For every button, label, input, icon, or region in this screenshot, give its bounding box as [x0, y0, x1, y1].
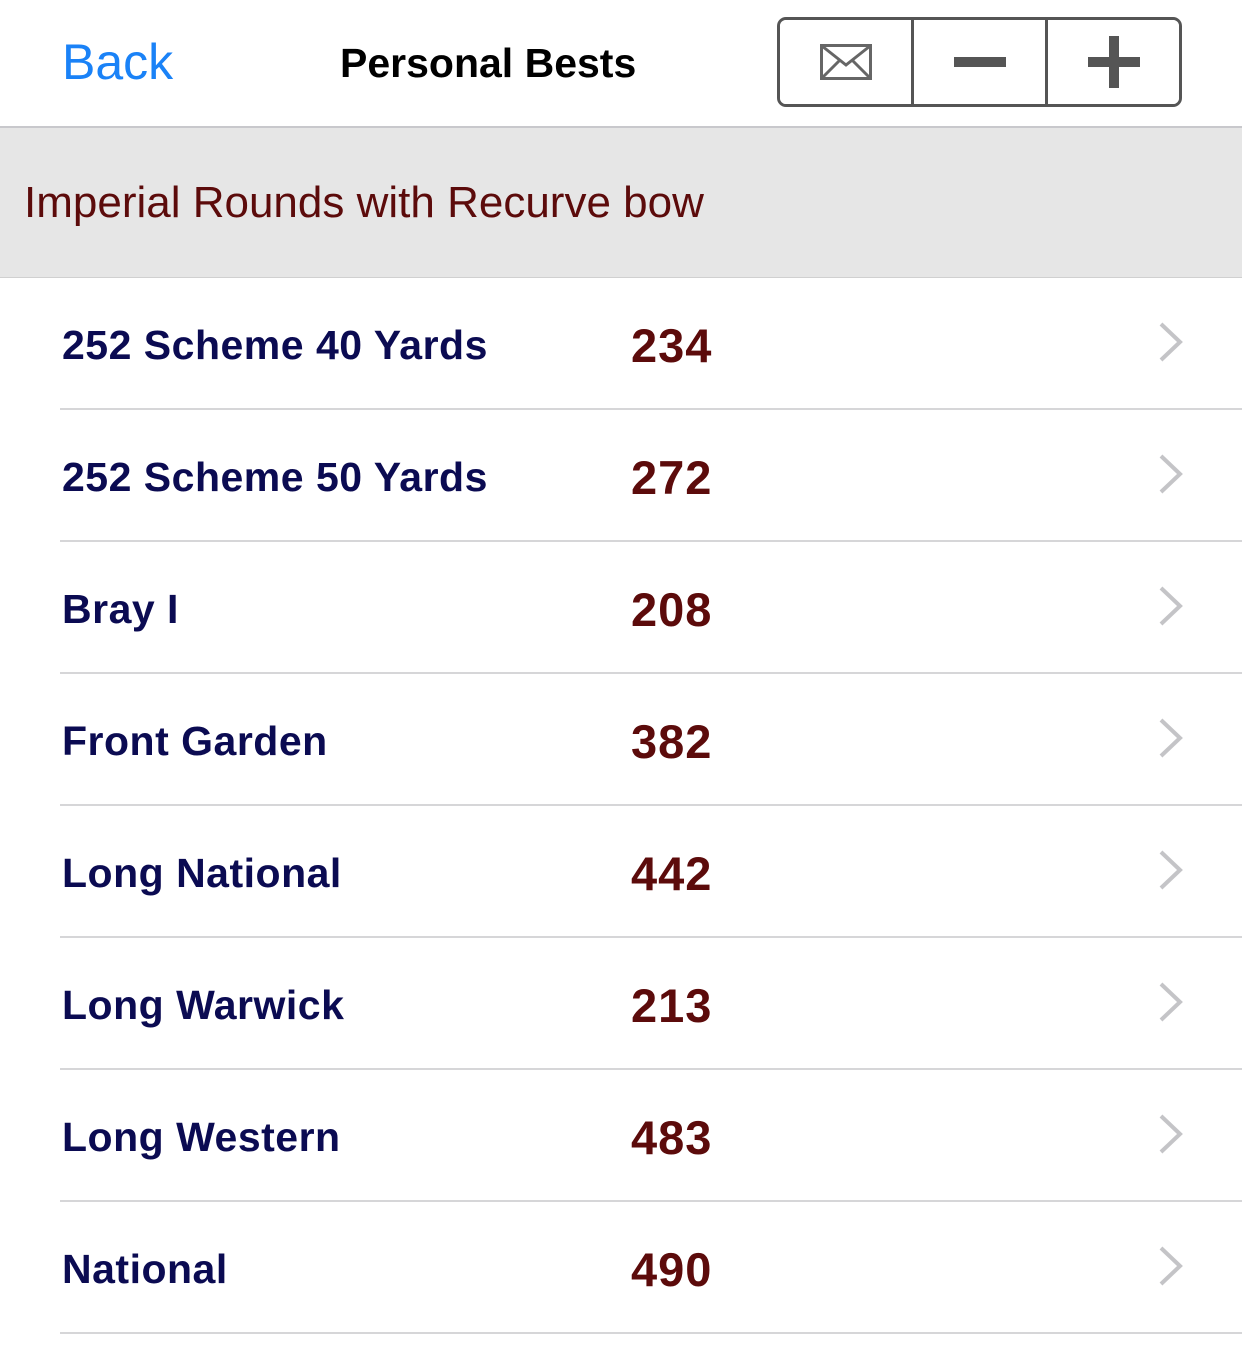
round-score: 213	[631, 979, 713, 1032]
round-score: 234	[631, 319, 713, 372]
email-button[interactable]	[780, 20, 914, 104]
list-item[interactable]: Front Garden 382	[0, 674, 1242, 806]
personal-bests-list: 252 Scheme 40 Yards 234 252 Scheme 50 Ya…	[0, 278, 1242, 1334]
round-name: National	[62, 1246, 228, 1292]
back-button[interactable]: Back	[62, 32, 173, 92]
section-header: Imperial Rounds with Recurve bow	[0, 128, 1242, 278]
round-name: Front Garden	[62, 718, 328, 764]
chevron-right-icon	[1159, 1114, 1183, 1154]
chevron-right-icon	[1159, 982, 1183, 1022]
plus-icon	[1087, 36, 1140, 88]
chevron-right-icon	[1159, 850, 1183, 890]
list-item[interactable]: Long National 442	[0, 806, 1242, 938]
round-name: Long Warwick	[62, 982, 345, 1028]
list-item[interactable]: Long Western 483	[0, 1070, 1242, 1202]
round-score: 272	[631, 451, 713, 504]
page-title: Personal Bests	[340, 40, 637, 86]
minus-icon	[953, 57, 1006, 67]
round-name: Long Western	[62, 1114, 341, 1160]
navigation-bar: Back Personal Bests	[0, 0, 1242, 128]
round-score: 442	[631, 847, 713, 900]
list-item[interactable]: Bray I 208	[0, 542, 1242, 674]
chevron-right-icon	[1159, 454, 1183, 494]
round-score: 483	[631, 1111, 713, 1164]
round-name: 252 Scheme 50 Yards	[62, 454, 488, 500]
section-title: Imperial Rounds with Recurve bow	[24, 177, 704, 227]
add-button[interactable]	[1048, 20, 1179, 104]
chevron-right-icon	[1159, 1246, 1183, 1286]
round-score: 490	[631, 1243, 713, 1296]
envelope-icon	[819, 44, 872, 80]
round-score: 382	[631, 715, 713, 768]
chevron-right-icon	[1159, 322, 1183, 362]
round-name: 252 Scheme 40 Yards	[62, 322, 488, 368]
chevron-right-icon	[1159, 718, 1183, 758]
list-item[interactable]: Long Warwick 213	[0, 938, 1242, 1070]
list-item[interactable]: National 490	[0, 1202, 1242, 1334]
toolbar-segmented-control	[777, 17, 1182, 107]
round-name: Long National	[62, 850, 342, 896]
round-score: 208	[631, 583, 713, 636]
list-item[interactable]: 252 Scheme 50 Yards 272	[0, 410, 1242, 542]
list-item[interactable]: 252 Scheme 40 Yards 234	[0, 278, 1242, 410]
remove-button[interactable]	[914, 20, 1048, 104]
round-name: Bray I	[62, 586, 179, 632]
chevron-right-icon	[1159, 586, 1183, 626]
